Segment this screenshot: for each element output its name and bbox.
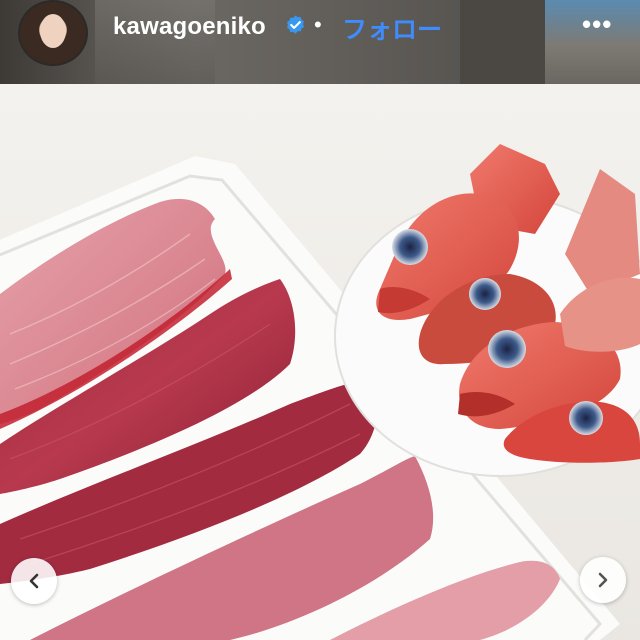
follow-button[interactable]: フォロー (342, 10, 442, 46)
avatar-face (40, 14, 66, 48)
post-image (0, 84, 640, 640)
next-image-button[interactable] (580, 557, 626, 603)
verified-badge-icon (287, 15, 304, 34)
more-options-button[interactable]: ••• (576, 8, 616, 39)
separator-dot: • (314, 12, 322, 37)
header-background (460, 0, 545, 84)
avatar[interactable] (18, 0, 88, 66)
chevron-right-icon (598, 572, 608, 588)
username[interactable]: kawagoeniko (113, 13, 266, 41)
previous-image-button[interactable] (11, 558, 57, 604)
chevron-left-icon (29, 573, 39, 589)
fish-photo-illustration (0, 144, 640, 640)
post-header: kawagoeniko • フォロー ••• (0, 0, 640, 84)
